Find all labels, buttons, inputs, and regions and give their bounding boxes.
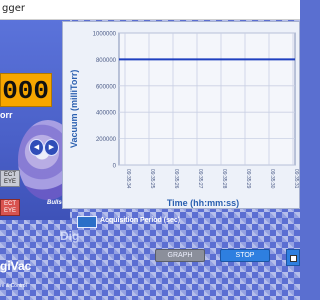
select-eye-button-2-line1: ECT — [4, 201, 16, 207]
data-point — [268, 58, 270, 61]
data-point — [292, 58, 294, 61]
x-axis-title: Time (hh:mm:ss) — [166, 198, 240, 208]
y-tick-label: 400000 — [96, 111, 117, 117]
y-axis-title: Vacuum (milliTorr) — [69, 69, 79, 148]
digivac-logo: giVac — [0, 259, 32, 273]
y-tick-label: 800000 — [96, 58, 117, 64]
title-bar: gger — [0, 0, 300, 20]
x-tick-label: 09:35:26 — [173, 169, 179, 189]
y-tick-label: 0 — [113, 164, 117, 170]
vacuum-chart: 1000000 800000 600000 400000 200000 0 09:35:34… — [62, 21, 300, 209]
x-tick-label: 09:35:29 — [245, 169, 251, 189]
arrow-left-icon[interactable]: ◀ — [29, 139, 44, 156]
checkbox-toggle[interactable] — [286, 249, 300, 266]
x-tick-label: 09:35:30 — [269, 169, 275, 189]
arrow-right-icon[interactable]: ▶ — [44, 139, 59, 156]
pressure-readout: 000 — [0, 73, 52, 107]
data-point — [148, 58, 150, 61]
select-eye-button-1-line2: EYE — [3, 179, 16, 185]
stop-button[interactable]: STOP — [220, 249, 270, 262]
graph-button[interactable]: GRAPH — [155, 249, 205, 262]
y-tick-label: 600000 — [96, 84, 117, 90]
select-eye-button-2-line2: EYE — [3, 208, 16, 214]
y-tick-label: 1000000 — [93, 32, 117, 38]
brand-tagline: re & Control — [0, 283, 27, 289]
y-tick-label: 200000 — [96, 137, 117, 143]
x-tick-label: 09:35:27 — [197, 169, 203, 189]
acquisition-period-label: Acquisition Period (sec) — [100, 217, 181, 224]
data-point — [124, 58, 126, 61]
select-eye-button-1-line1: ECT — [4, 172, 16, 178]
data-point — [196, 58, 198, 61]
x-tick-label: 09:35:31 — [293, 169, 299, 189]
pressure-unit: orr — [0, 110, 13, 120]
data-point — [172, 58, 174, 61]
x-tick-label: 09:35:34 — [125, 169, 131, 189]
chart-svg: 1000000 800000 600000 400000 200000 0 09:35:34… — [93, 32, 299, 189]
select-eye-button-2[interactable]: ECT EYE — [0, 199, 20, 216]
x-tick-label: 09:35:28 — [221, 169, 227, 189]
digivac-watermark-text: Dig — [60, 229, 80, 243]
data-point — [220, 58, 222, 61]
data-point — [244, 58, 246, 61]
select-eye-button-1[interactable]: ECT EYE — [0, 170, 20, 187]
x-tick-label: 09:35:25 — [149, 169, 155, 189]
window-title: gger — [2, 3, 25, 14]
acquisition-period-input[interactable] — [77, 216, 97, 228]
